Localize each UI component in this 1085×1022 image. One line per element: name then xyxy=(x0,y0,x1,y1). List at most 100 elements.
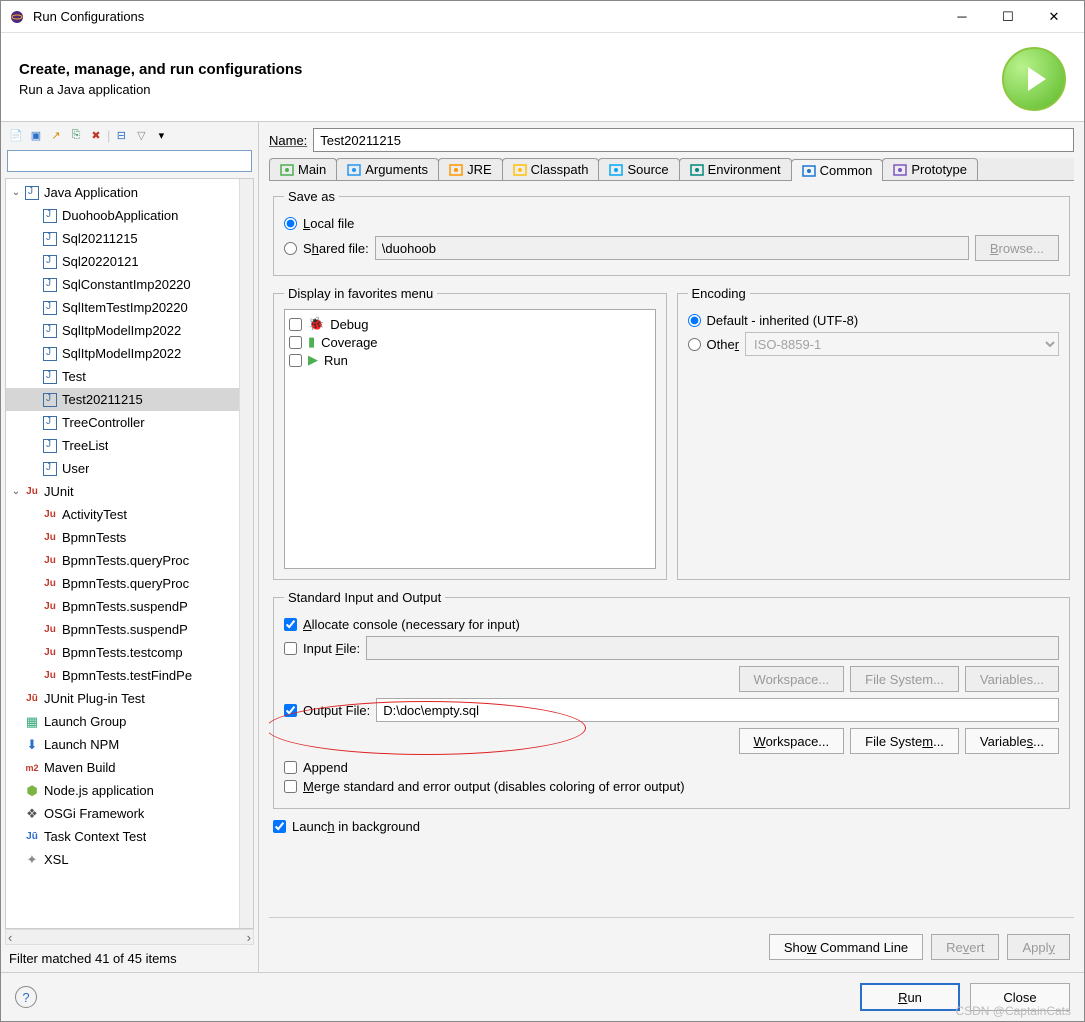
tree-java-application[interactable]: ⌄Java Application xyxy=(6,181,253,204)
tree-item-User[interactable]: User xyxy=(6,457,253,480)
tree-item-ActivityTest[interactable]: JuActivityTest xyxy=(6,503,253,526)
collapse-icon[interactable]: ⊟ xyxy=(112,126,130,144)
filter-status: Filter matched 41 of 45 items xyxy=(1,945,258,972)
tree-item-Sql20211215[interactable]: Sql20211215 xyxy=(6,227,253,250)
output-file-check[interactable] xyxy=(284,704,297,717)
append-label: Append xyxy=(303,760,348,775)
tree-launch-group[interactable]: ▦Launch Group xyxy=(6,710,253,733)
fav-coverage-check[interactable] xyxy=(289,336,302,349)
tree-item-label: Launch Group xyxy=(44,714,126,729)
tree-item-SqlItpModelImp2022[interactable]: SqlItpModelImp2022 xyxy=(6,342,253,365)
tab-source[interactable]: Source xyxy=(598,158,679,180)
run-button[interactable]: Run xyxy=(860,983,960,1011)
output-file-input[interactable] xyxy=(376,698,1059,722)
output-filesystem-button[interactable]: File System... xyxy=(850,728,959,754)
input-workspace-button[interactable]: Workspace... xyxy=(739,666,845,692)
tree-item-icon: Ju xyxy=(42,553,58,569)
tree-item-SqlItemTestImp20220[interactable]: SqlItemTestImp20220 xyxy=(6,296,253,319)
tree-osgi[interactable]: ❖OSGi Framework xyxy=(6,802,253,825)
tree-junit[interactable]: ⌄JuJUnit xyxy=(6,480,253,503)
filter-icon[interactable]: ▽ xyxy=(132,126,150,144)
revert-button[interactable]: Revert xyxy=(931,934,999,960)
allocate-console-check[interactable] xyxy=(284,618,297,631)
tree-item-Sql20220121[interactable]: Sql20220121 xyxy=(6,250,253,273)
browse-button[interactable]: Browse... xyxy=(975,235,1059,261)
tab-icon xyxy=(893,163,907,177)
tab-classpath[interactable]: Classpath xyxy=(502,158,600,180)
name-input[interactable] xyxy=(313,128,1074,152)
io-legend: Standard Input and Output xyxy=(284,590,445,605)
tab-arguments[interactable]: Arguments xyxy=(336,158,439,180)
tree-item-Test[interactable]: Test xyxy=(6,365,253,388)
output-workspace-button[interactable]: Workspace... xyxy=(739,728,845,754)
tree-item-label: Maven Build xyxy=(44,760,116,775)
encoding-default-radio[interactable] xyxy=(688,314,701,327)
tree-npm[interactable]: ⬇Launch NPM xyxy=(6,733,253,756)
tab-common[interactable]: Common xyxy=(791,159,884,181)
tree-item-BpmnTests.suspendP[interactable]: JuBpmnTests.suspendP xyxy=(6,618,253,641)
input-file-input[interactable] xyxy=(366,636,1059,660)
tree-item-BpmnTests[interactable]: JuBpmnTests xyxy=(6,526,253,549)
config-tree[interactable]: ⌄Java ApplicationDuohoobApplicationSql20… xyxy=(5,178,254,929)
duplicate-icon[interactable]: ⎘ xyxy=(67,126,85,144)
show-command-line-button[interactable]: Show Command Line xyxy=(769,934,923,960)
tree-item-BpmnTests.queryProc[interactable]: JuBpmnTests.queryProc xyxy=(6,549,253,572)
tree-task[interactable]: JūTask Context Test xyxy=(6,825,253,848)
shared-file-radio[interactable] xyxy=(284,242,297,255)
export-icon[interactable]: ↗ xyxy=(47,126,65,144)
tree-xsl[interactable]: ✦XSL xyxy=(6,848,253,871)
tab-main[interactable]: Main xyxy=(269,158,337,180)
encoding-other-radio[interactable] xyxy=(688,338,701,351)
tree-item-TreeController[interactable]: TreeController xyxy=(6,411,253,434)
delete-icon[interactable]: ✖ xyxy=(87,126,105,144)
encoding-combo[interactable]: ISO-8859-1 xyxy=(745,332,1059,356)
tree-maven[interactable]: m2Maven Build xyxy=(6,756,253,779)
tree-node[interactable]: ⬢Node.js application xyxy=(6,779,253,802)
apply-button[interactable]: Apply xyxy=(1007,934,1070,960)
tree-item-BpmnTests.suspendP[interactable]: JuBpmnTests.suspendP xyxy=(6,595,253,618)
filter-input[interactable] xyxy=(7,150,252,172)
tree-item-icon xyxy=(42,208,58,224)
append-check[interactable] xyxy=(284,761,297,774)
tree-twisty[interactable]: ⌄ xyxy=(8,187,24,198)
tab-jre[interactable]: JRE xyxy=(438,158,503,180)
local-file-radio[interactable] xyxy=(284,217,297,230)
new-config-icon[interactable]: 📄 xyxy=(7,126,25,144)
merge-check[interactable] xyxy=(284,780,297,793)
input-variables-button[interactable]: Variables... xyxy=(965,666,1059,692)
fav-run-check[interactable] xyxy=(289,354,302,367)
new-proto-icon[interactable]: ▣ xyxy=(27,126,45,144)
output-variables-button[interactable]: Variables... xyxy=(965,728,1059,754)
tree-item-BpmnTests.testcomp[interactable]: JuBpmnTests.testcomp xyxy=(6,641,253,664)
allocate-console-label: Allocate console (necessary for input) xyxy=(303,617,520,632)
tree-junit-plugin[interactable]: JūJUnit Plug-in Test xyxy=(6,687,253,710)
horizontal-scrollbar[interactable]: ‹› xyxy=(5,929,254,945)
tree-item-SqlConstantImp20220[interactable]: SqlConstantImp20220 xyxy=(6,273,253,296)
vertical-scrollbar[interactable] xyxy=(239,179,253,928)
input-file-check[interactable] xyxy=(284,642,297,655)
minimize-button[interactable]: ─ xyxy=(940,3,984,31)
fav-debug-check[interactable] xyxy=(289,318,302,331)
tree-item-Test20211215[interactable]: Test20211215 xyxy=(6,388,253,411)
favorites-list[interactable]: 🐞 Debug ▮ Coverage ▶ Run xyxy=(284,309,656,569)
tree-item-TreeList[interactable]: TreeList xyxy=(6,434,253,457)
tree-item-label: JUnit xyxy=(44,484,74,499)
dropdown-icon[interactable]: ▾ xyxy=(152,126,170,144)
encoding-other-label: Other xyxy=(707,337,740,352)
shared-file-input[interactable] xyxy=(375,236,969,260)
tree-item-BpmnTests.queryProc[interactable]: JuBpmnTests.queryProc xyxy=(6,572,253,595)
tab-prototype[interactable]: Prototype xyxy=(882,158,978,180)
tab-environment[interactable]: Environment xyxy=(679,158,792,180)
tree-twisty[interactable]: ⌄ xyxy=(8,486,24,497)
maximize-button[interactable]: ☐ xyxy=(986,3,1030,31)
tree-item-label: SqlItpModelImp2022 xyxy=(62,323,181,338)
tree-item-label: Task Context Test xyxy=(44,829,146,844)
tree-item-label: BpmnTests.testcomp xyxy=(62,645,183,660)
tree-item-BpmnTests.testFindPe[interactable]: JuBpmnTests.testFindPe xyxy=(6,664,253,687)
input-filesystem-button[interactable]: File System... xyxy=(850,666,959,692)
tree-item-DuohoobApplication[interactable]: DuohoobApplication xyxy=(6,204,253,227)
help-icon[interactable]: ? xyxy=(15,986,37,1008)
close-button[interactable]: ✕ xyxy=(1032,3,1076,31)
tree-item-SqlItpModelImp2022[interactable]: SqlItpModelImp2022 xyxy=(6,319,253,342)
launch-bg-check[interactable] xyxy=(273,820,286,833)
